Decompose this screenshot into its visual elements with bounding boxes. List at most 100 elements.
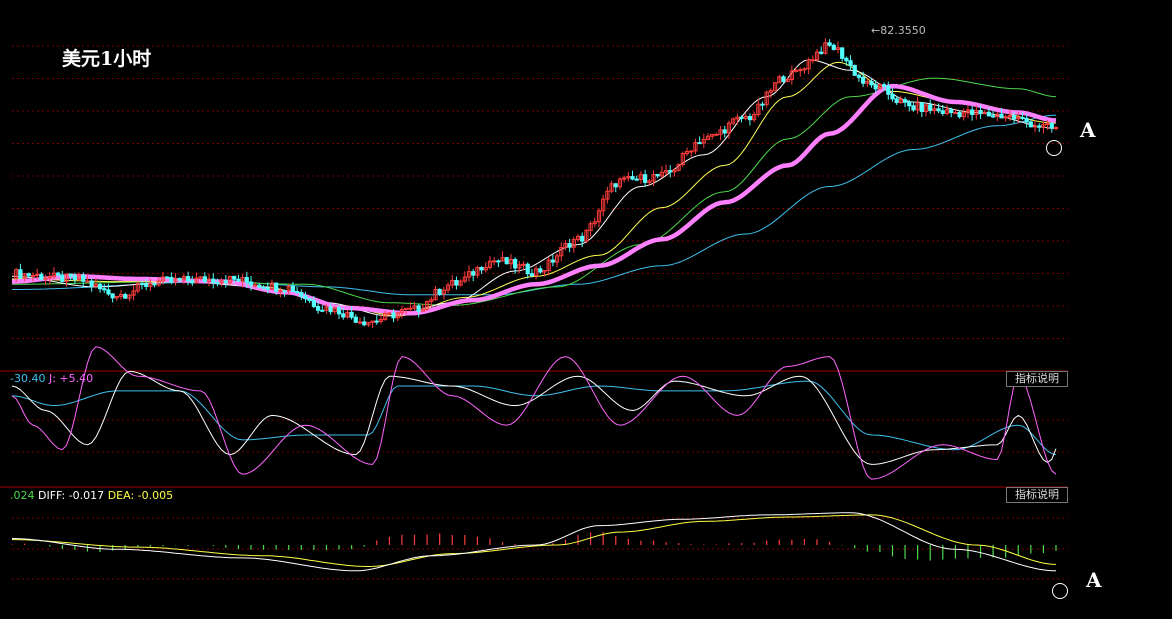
candle-body [265, 287, 270, 290]
candle-body [793, 69, 799, 72]
candle-body [211, 278, 216, 283]
candle-body [869, 81, 874, 86]
candle-body [123, 293, 128, 299]
candle-body [902, 99, 908, 103]
macd-dif-line [11, 512, 1057, 572]
candle-body [253, 284, 258, 287]
candle-body [722, 129, 727, 134]
candle-body [290, 286, 296, 293]
candle-body [26, 273, 31, 277]
candle-body [848, 60, 853, 67]
macd-diff-value: DIFF: -0.017 [38, 489, 105, 502]
candle-body [852, 65, 857, 76]
candle-body [60, 274, 65, 282]
candle-body [236, 278, 241, 282]
annotation-a-price: A [1080, 118, 1096, 142]
candle-body [873, 84, 878, 90]
candle-body [391, 312, 396, 319]
macd-dea-line [12, 514, 1057, 567]
candle-body [165, 276, 170, 279]
candle-body [819, 51, 824, 54]
kdj-help-button[interactable]: 指标说明 [1006, 371, 1068, 387]
candle-body [278, 290, 283, 293]
peak-price-label: ←82.3550 [871, 24, 926, 37]
candle-body [190, 280, 195, 284]
candle-body [81, 274, 86, 282]
candle-body [957, 112, 962, 118]
candle-body [697, 142, 702, 145]
candle-body [89, 280, 94, 287]
candle-body [274, 282, 279, 292]
candle-body [295, 291, 300, 294]
candle-body [232, 275, 237, 280]
candle-body [215, 281, 220, 284]
candle-body [97, 283, 103, 290]
candle-body [72, 275, 77, 281]
candle-body [525, 263, 530, 275]
candle-body [336, 307, 342, 315]
candle-body [408, 307, 413, 310]
macd-help-button[interactable]: 指标说明 [1006, 487, 1068, 503]
kdj-lines [11, 346, 1057, 480]
candle-body [521, 263, 526, 266]
candle-body [106, 289, 111, 295]
candle-body [244, 276, 249, 283]
candle-body [39, 273, 44, 280]
candle-body [798, 69, 803, 72]
candle-body [890, 93, 895, 100]
candle-body [760, 103, 765, 106]
candle-body [362, 321, 367, 326]
candle-body [30, 274, 36, 277]
candle-body [315, 306, 321, 311]
candle-body [1011, 115, 1017, 120]
candle-body [928, 104, 933, 111]
candle-body [479, 266, 484, 271]
candle-body [387, 312, 392, 315]
candle-body [68, 273, 73, 277]
candle-body [894, 98, 899, 104]
kdj-j-value: J: +5.40 [48, 372, 94, 385]
candle-body [714, 133, 719, 136]
candle-body [911, 105, 916, 111]
candle-body [1049, 122, 1054, 129]
candle-body [303, 295, 308, 300]
candle-body [949, 109, 954, 114]
candle-body [940, 110, 945, 114]
candle-body [311, 300, 316, 308]
candle-body [840, 47, 845, 59]
candle-body [307, 298, 312, 302]
candle-body [613, 183, 618, 188]
candle-body [1020, 116, 1025, 119]
candle-body [18, 269, 23, 279]
kdj-j-line [11, 346, 1057, 480]
candle-body [936, 108, 941, 112]
candle-body [56, 272, 61, 276]
candle-body [202, 276, 207, 282]
candle-body [185, 276, 191, 282]
candle-body [152, 283, 157, 286]
candle-body [374, 320, 379, 323]
macd-dea-value: DEA: -0.005 [107, 489, 174, 502]
candle-body [299, 292, 304, 297]
candle-body [110, 293, 115, 299]
annotation-circle-macd [1052, 583, 1068, 599]
annotation-a-macd: A [1086, 568, 1102, 592]
candle-body [630, 176, 635, 180]
candle-body [886, 85, 891, 95]
candle-body [1028, 121, 1033, 128]
macd-histogram-and-lines [11, 512, 1057, 572]
candle-body [668, 170, 673, 173]
candle-body [177, 278, 182, 281]
candle-body [341, 313, 346, 318]
candle-body [496, 260, 501, 263]
candle-body [856, 74, 862, 78]
candle-body [953, 112, 958, 115]
candle-body [986, 111, 992, 117]
candle-body [437, 288, 442, 295]
candle-body [144, 283, 149, 287]
candle-body [999, 113, 1004, 119]
candle-body [567, 243, 572, 248]
candle-body [454, 280, 459, 286]
candle-body [169, 276, 174, 283]
candle-body [781, 76, 786, 82]
